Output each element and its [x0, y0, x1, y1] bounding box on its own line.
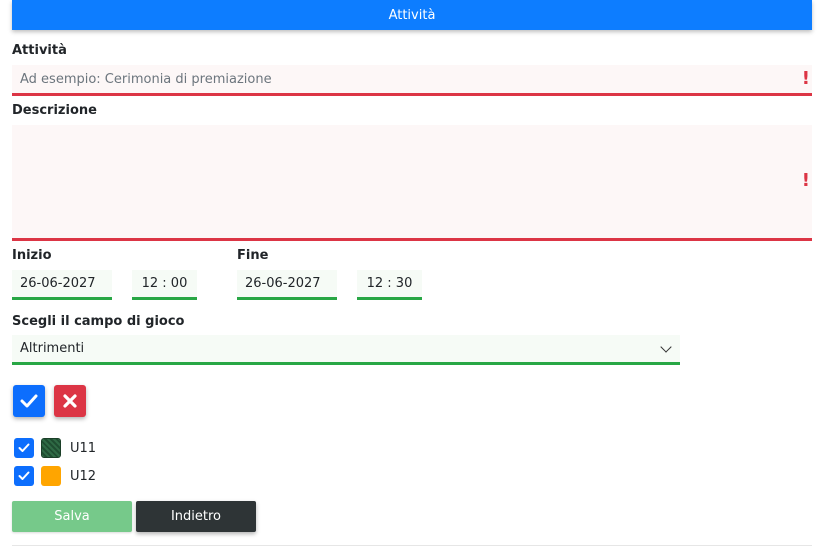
close-icon [63, 394, 77, 408]
activity-label: Attività [12, 43, 67, 58]
end-date-input[interactable]: 26-06-2027 [237, 270, 337, 300]
activity-input[interactable] [12, 65, 812, 93]
footer-divider [12, 545, 812, 546]
team-item-u11: U11 [14, 437, 96, 459]
back-button[interactable]: Indietro [136, 501, 256, 532]
start-label: Inizio [12, 248, 52, 263]
team-label-u12: U12 [70, 468, 97, 484]
end-time-input[interactable]: 12 : 30 [357, 270, 422, 300]
start-date-input[interactable]: 26-06-2027 [12, 270, 112, 300]
check-icon [20, 394, 38, 408]
activity-field-wrapper: ! [12, 65, 812, 96]
team-checkbox-u11[interactable] [14, 438, 34, 458]
save-button[interactable]: Salva [12, 501, 132, 532]
field-select[interactable]: Altrimenti [12, 335, 680, 365]
chevron-down-icon [660, 340, 672, 353]
check-icon [18, 471, 30, 480]
description-field-wrapper: ! [12, 125, 812, 241]
check-icon [18, 443, 30, 452]
team-checkbox-u12[interactable] [14, 466, 34, 486]
start-time-value: 12 : 00 [141, 276, 188, 291]
end-label: Fine [237, 248, 269, 263]
cancel-button[interactable] [54, 385, 86, 417]
field-select-label: Scegli il campo di gioco [12, 314, 185, 329]
team-color-swatch-u11 [41, 438, 61, 458]
end-date-value: 26-06-2027 [245, 276, 321, 291]
field-select-value: Altrimenti [20, 341, 85, 356]
confirm-button[interactable] [13, 385, 45, 417]
team-label-u11: U11 [70, 440, 97, 456]
description-textarea[interactable] [12, 125, 812, 238]
description-error-icon: ! [801, 170, 810, 191]
page-title: Attività [388, 7, 436, 23]
team-item-u12: U12 [14, 465, 96, 487]
start-date-value: 26-06-2027 [20, 276, 96, 291]
activity-error-icon: ! [801, 68, 810, 89]
description-label: Descrizione [12, 103, 97, 118]
end-time-value: 12 : 30 [366, 276, 413, 291]
start-time-input[interactable]: 12 : 00 [132, 270, 197, 300]
page-header: Attività [12, 0, 812, 30]
team-color-swatch-u12 [41, 466, 61, 486]
